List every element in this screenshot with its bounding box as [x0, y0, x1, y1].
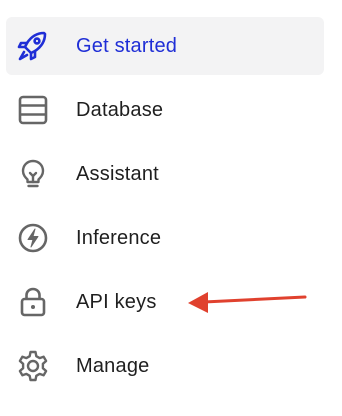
sidebar-item-inference[interactable]: Inference — [6, 209, 324, 267]
sidebar-item-get-started[interactable]: Get started — [6, 17, 324, 75]
sidebar-item-label: Manage — [76, 354, 150, 377]
sidebar-item-label: Inference — [76, 226, 162, 249]
sidebar-item-manage[interactable]: Manage — [6, 337, 324, 395]
rocket-icon — [15, 28, 51, 64]
database-icon — [15, 92, 51, 128]
lock-icon — [15, 284, 51, 320]
sidebar-item-label: Assistant — [76, 162, 159, 185]
sidebar-item-database[interactable]: Database — [6, 81, 324, 139]
sidebar-item-label: API keys — [76, 290, 157, 313]
sidebar-item-label: Database — [76, 98, 164, 121]
annotation-arrow-icon — [188, 292, 307, 313]
sidebar-nav: Get started Database Assistant Inference… — [0, 0, 342, 416]
sidebar-item-assistant[interactable]: Assistant — [6, 145, 324, 203]
lightning-icon — [15, 220, 51, 256]
lightbulb-icon — [15, 156, 51, 192]
gear-icon — [15, 348, 51, 384]
sidebar-item-label: Get started — [76, 34, 178, 57]
